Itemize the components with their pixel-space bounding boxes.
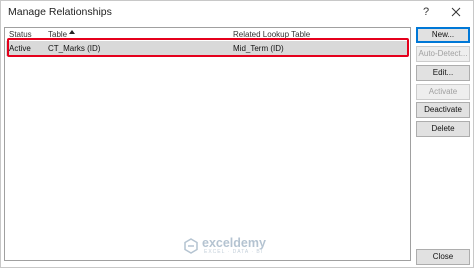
title-bar: Manage Relationships ? bbox=[1, 1, 473, 23]
edit-button[interactable]: Edit... bbox=[416, 65, 470, 81]
watermark-name: exceldemy bbox=[202, 236, 266, 250]
close-icon[interactable] bbox=[445, 2, 467, 22]
column-header-status[interactable]: Status bbox=[9, 30, 32, 39]
exceldemy-logo-icon bbox=[183, 238, 199, 256]
activate-button[interactable]: Activate bbox=[416, 84, 470, 100]
delete-button[interactable]: Delete bbox=[416, 121, 470, 137]
row-status: Active bbox=[9, 44, 31, 53]
row-table: CT_Marks (ID) bbox=[48, 44, 101, 53]
close-button[interactable]: Close bbox=[416, 249, 470, 265]
new-button[interactable]: New... bbox=[416, 27, 470, 43]
row-related-lookup-table: Mid_Term (ID) bbox=[233, 44, 284, 53]
help-button[interactable]: ? bbox=[419, 4, 433, 20]
column-header-related-lookup-table[interactable]: Related Lookup Table bbox=[233, 30, 310, 39]
auto-detect-button[interactable]: Auto-Detect... bbox=[416, 46, 470, 62]
relationships-grid[interactable]: Status Table Related Lookup Table Active… bbox=[4, 27, 411, 261]
grid-header: Status Table Related Lookup Table bbox=[5, 28, 410, 41]
watermark-tagline: EXCEL · DATA · BI bbox=[204, 249, 264, 255]
sort-ascending-icon bbox=[69, 30, 75, 34]
deactivate-button[interactable]: Deactivate bbox=[416, 102, 470, 118]
column-header-table[interactable]: Table bbox=[48, 30, 67, 39]
table-row[interactable]: Active CT_Marks (ID) Mid_Term (ID) bbox=[6, 41, 409, 56]
dialog-title: Manage Relationships bbox=[8, 6, 112, 18]
manage-relationships-dialog: Manage Relationships ? Status Table Rela… bbox=[0, 0, 474, 268]
watermark: exceldemy EXCEL · DATA · BI bbox=[183, 236, 287, 258]
